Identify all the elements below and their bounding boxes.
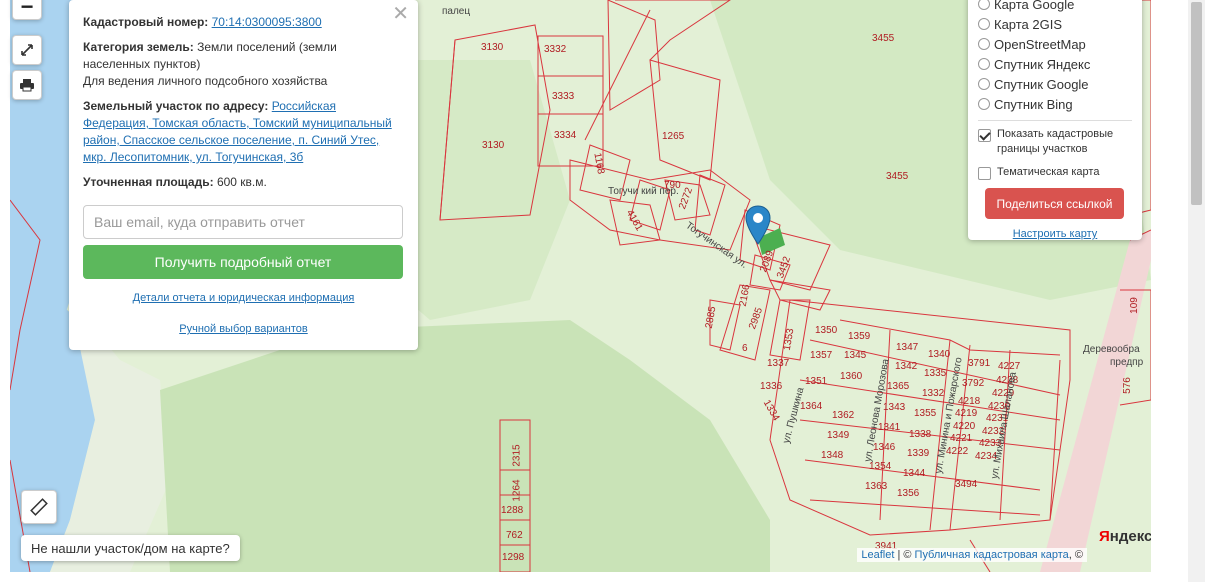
layer-option[interactable]: Карта Google	[978, 0, 1132, 14]
layer-option-label: Спутник Яндекс	[994, 56, 1091, 72]
expand-icon	[21, 44, 33, 56]
cadastral-label: Кадастровый номер:	[83, 15, 209, 29]
share-link-button[interactable]: Поделиться ссылкой	[985, 188, 1124, 219]
map-pin-icon[interactable]	[745, 205, 771, 245]
report-details-link[interactable]: Детали отчета и юридическая информация	[133, 292, 355, 304]
close-icon[interactable]: ✕	[392, 4, 409, 24]
layer-option[interactable]: OpenStreetMap	[978, 34, 1132, 54]
checkbox-label: Тематическая карта	[997, 166, 1100, 178]
show-borders-checkbox[interactable]: Показать кадастровые границы участков	[978, 127, 1132, 157]
poi-label: Деревообра	[1083, 344, 1140, 355]
area-row: Уточненная площадь: 600 кв.м.	[83, 174, 404, 191]
cadastral-number-link[interactable]: 70:14:0300095:3800	[212, 15, 322, 29]
street-label: ул. Леонова Морозова	[862, 358, 892, 463]
layer-option[interactable]: Спутник Google	[978, 74, 1132, 94]
street-label: палец	[442, 6, 471, 17]
layer-option-label: Спутник Bing	[994, 96, 1073, 112]
leaflet-link[interactable]: Leaflet	[861, 549, 894, 561]
attribution-tail: , ©	[1068, 549, 1083, 561]
checkbox-checked-icon	[978, 129, 991, 142]
not-found-button[interactable]: Не нашли участок/дом на карте?	[21, 535, 240, 561]
street-label: ул. Михаила Шаланова	[989, 371, 1019, 480]
print-button[interactable]	[12, 70, 42, 100]
attribution-sep: | ©	[897, 549, 912, 561]
street-label: Тогучинская ул.	[683, 220, 750, 271]
printer-icon	[20, 79, 34, 92]
ruler-button[interactable]	[21, 490, 57, 524]
scrollbar[interactable]	[1188, 0, 1205, 582]
radio-icon	[978, 98, 990, 110]
layer-option-label: Карта 2GIS	[994, 16, 1063, 32]
address-row: Земельный участок по адресу: Российская …	[83, 98, 404, 166]
attribution: Leaflet | © Публичная кадастровая карта,…	[857, 548, 1087, 562]
layer-option[interactable]: Спутник Bing	[978, 94, 1132, 114]
layer-option[interactable]: Карта 2GIS	[978, 14, 1132, 34]
radio-icon	[978, 38, 990, 50]
fullscreen-button[interactable]	[12, 35, 42, 65]
area-value: 600 кв.м.	[216, 175, 267, 189]
area-label: Уточненная площадь:	[83, 175, 214, 189]
radio-icon	[978, 18, 990, 30]
manual-select-link[interactable]: Ручной выбор вариантов	[179, 323, 307, 335]
checkbox-icon	[978, 167, 991, 180]
street-label: ул. Минина и Пожарского	[933, 356, 965, 475]
street-label: Тогучи кий пер.	[608, 186, 679, 197]
get-report-button[interactable]: Получить подробный отчет	[83, 245, 403, 279]
layer-option-label: Спутник Google	[994, 76, 1089, 92]
pkk-link[interactable]: Публичная кадастровая карта	[915, 549, 1069, 561]
usage-value: Для ведения личного подсобного хозяйства	[83, 74, 328, 88]
layers-panel: Карта Google Карта 2GIS OpenStreetMap Сп…	[968, 0, 1142, 240]
thematic-checkbox[interactable]: Тематическая карта	[978, 165, 1132, 180]
setup-map-link[interactable]: Настроить карту	[1013, 228, 1098, 240]
radio-icon	[978, 0, 990, 10]
email-input[interactable]: Ваш email, куда отправить отчет	[83, 205, 403, 239]
layer-option[interactable]: Спутник Яндекс	[978, 54, 1132, 74]
category-row: Категория земель: Земли поселений (земли…	[83, 39, 404, 90]
scrollbar-thumb[interactable]	[1191, 2, 1202, 205]
category-label: Категория земель:	[83, 40, 194, 54]
street-label: ул. Пушкина	[780, 386, 807, 445]
yandex-logo-first: Я	[1099, 528, 1110, 545]
layer-option-label: OpenStreetMap	[994, 36, 1086, 52]
yandex-logo: Яндекс	[1099, 528, 1151, 545]
layer-option-label: Карта Google	[994, 0, 1075, 12]
divider	[978, 120, 1132, 121]
radio-icon	[978, 58, 990, 70]
radio-icon	[978, 78, 990, 90]
parcel-info-panel: ✕ Кадастровый номер: 70:14:0300095:3800 …	[69, 0, 418, 350]
checkbox-label: Показать кадастровые границы участков	[997, 128, 1114, 155]
zoom-out-button[interactable]: −	[12, 0, 42, 20]
poi-label: предпр	[1110, 357, 1144, 368]
ruler-icon	[30, 498, 48, 516]
address-label: Земельный участок по адресу:	[83, 99, 269, 113]
cadastral-row: Кадастровый номер: 70:14:0300095:3800	[83, 14, 404, 31]
yandex-logo-rest: ндекс	[1109, 528, 1151, 545]
